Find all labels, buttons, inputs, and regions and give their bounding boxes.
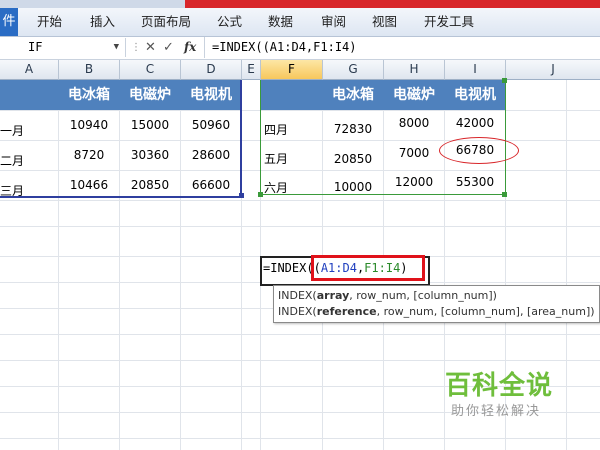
grid-line (0, 334, 600, 335)
name-box[interactable]: IF ▼ (0, 38, 126, 57)
grid-line (0, 226, 600, 227)
column-header-g[interactable]: G (323, 60, 384, 80)
tab-developer[interactable]: 开发工具 (424, 8, 474, 36)
tooltip-fn: INDEX( (278, 305, 317, 318)
column-header-c[interactable]: C (120, 60, 181, 80)
cancel-icon[interactable]: ✕ (145, 38, 156, 57)
tooltip-rest: , row_num, [column_num]) (349, 289, 497, 302)
tooltip-arg-reference: reference (316, 305, 377, 318)
tab-review[interactable]: 审阅 (321, 8, 346, 36)
grid-line (0, 200, 600, 201)
tab-formulas[interactable]: 公式 (217, 8, 242, 36)
column-header-i[interactable]: I (445, 60, 506, 80)
column-header-e[interactable]: E (242, 60, 261, 80)
tooltip-arg-array: array (316, 289, 350, 302)
confirm-icon[interactable]: ✓ (163, 38, 174, 57)
formula-prefix: =INDEX( (263, 261, 314, 275)
tab-data[interactable]: 数据 (268, 8, 293, 36)
tab-page-layout[interactable]: 页面布局 (141, 8, 191, 36)
range-handle[interactable] (502, 78, 507, 83)
title-highlight (185, 0, 600, 8)
table1-range-border (0, 80, 242, 198)
watermark-title: 百科全说 (445, 371, 554, 401)
grid-line (0, 360, 600, 361)
name-box-value: IF (28, 40, 43, 54)
tooltip-rest: , row_num, [column_num], [area_num]) (376, 305, 595, 318)
column-header-a[interactable]: A (0, 60, 59, 80)
tab-view[interactable]: 视图 (372, 8, 397, 36)
fill-handle[interactable] (502, 192, 507, 197)
grid-line (566, 80, 567, 450)
column-header-f[interactable]: F (261, 60, 323, 80)
chevron-down-icon[interactable]: ▼ (114, 38, 119, 57)
tab-home[interactable]: 开始 (37, 8, 62, 36)
tooltip-fn: INDEX( (278, 289, 317, 302)
highlight-circle (439, 137, 519, 164)
column-header-d[interactable]: D (181, 60, 242, 80)
function-tooltip: INDEX(array, row_num, [column_num]) INDE… (273, 285, 600, 323)
drag-handle-icon[interactable]: ⋮ (131, 38, 141, 57)
fill-handle[interactable] (239, 193, 244, 198)
range-handle[interactable] (258, 192, 263, 197)
tab-insert[interactable]: 插入 (90, 8, 115, 36)
tooltip-line-reference[interactable]: INDEX(reference, row_num, [column_num], … (278, 305, 595, 318)
column-header-j[interactable]: J (506, 60, 600, 80)
insert-function-icon[interactable]: fx (184, 37, 196, 58)
grid-line (0, 438, 600, 439)
formula-bar: IF ▼ ⋮ ✕ ✓ fx =INDEX((A1:D4,F1:I4) (0, 37, 600, 60)
watermark-subtitle: 助你轻松解决 (451, 404, 542, 419)
column-header-b[interactable]: B (59, 60, 120, 80)
ribbon-tabs: 件 开始 插入 页面布局 公式 数据 审阅 视图 开发工具 (0, 8, 600, 37)
column-header-h[interactable]: H (384, 60, 445, 80)
tab-file[interactable]: 件 (0, 8, 18, 36)
formula-input[interactable]: =INDEX((A1:D4,F1:I4) (204, 37, 600, 58)
tooltip-line-array[interactable]: INDEX(array, row_num, [column_num]) (278, 289, 497, 302)
title-strip (0, 0, 600, 8)
annotation-red-box (311, 255, 425, 281)
